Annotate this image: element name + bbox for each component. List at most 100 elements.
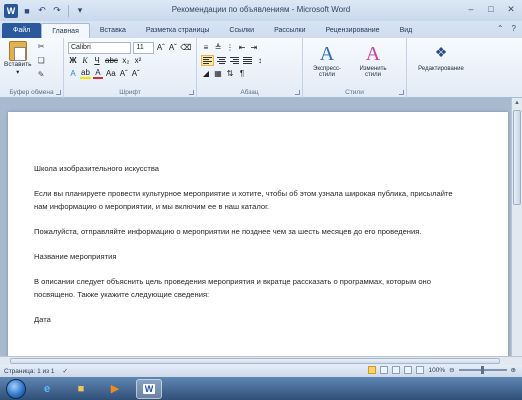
change-case-icon[interactable]: Aa (105, 68, 117, 79)
undo-icon[interactable]: ↶ (36, 5, 48, 17)
strikethrough-icon[interactable]: abc (104, 55, 119, 66)
status-right: 100% ⊖ ⊕ (368, 366, 516, 374)
change-styles-icon: A (365, 43, 381, 65)
ribbon: Вставить ▾ ✂ ❏ ✎ Буфер обмена Calibri 11… (0, 38, 522, 98)
font-color-icon[interactable]: A (92, 68, 103, 79)
font-name-field[interactable]: Calibri (68, 41, 132, 54)
tab-view[interactable]: Вид (390, 23, 423, 38)
draft-view-icon[interactable] (416, 366, 425, 374)
doc-paragraph: Если вы планируете провести культурное м… (34, 189, 453, 211)
tab-insert[interactable]: Вставка (90, 23, 136, 38)
full-screen-view-icon[interactable] (380, 366, 389, 374)
paste-label: Вставить (4, 61, 32, 68)
show-marks-icon[interactable]: ¶ (237, 68, 247, 79)
clear-formatting-icon[interactable]: ⌫ (180, 42, 192, 53)
vertical-scrollbar[interactable]: ▲ (511, 98, 522, 356)
line-spacing-icon[interactable]: ↕ (255, 55, 265, 66)
word-taskbar-icon[interactable]: W (136, 378, 162, 399)
editing-button[interactable]: ❖ Редактирование (411, 42, 471, 72)
paste-dropdown-icon[interactable]: ▾ (16, 68, 19, 76)
close-icon[interactable]: ✕ (504, 3, 518, 15)
bullets-icon[interactable]: ≡ (201, 42, 211, 53)
ribbon-controls: ⌃ ? (497, 24, 516, 33)
maximize-icon[interactable]: □ (484, 3, 498, 15)
quick-styles-icon: A (319, 43, 335, 65)
clipboard-small-buttons: ✂ ❏ ✎ (36, 41, 47, 80)
vertical-scroll-thumb[interactable] (513, 110, 521, 205)
styles-group: A Экспресс-стили A Изменить стили Стили (303, 38, 407, 98)
tab-home[interactable]: Главная (41, 23, 90, 38)
zoom-out-icon[interactable]: ⊖ (449, 366, 454, 374)
word-app-icon[interactable]: W (4, 3, 18, 18)
outline-view-icon[interactable] (404, 366, 413, 374)
editing-group: ❖ Редактирование (407, 38, 477, 98)
paragraph-launcher-icon[interactable] (295, 90, 300, 95)
tab-page-layout[interactable]: Разметка страницы (136, 23, 220, 38)
tab-review[interactable]: Рецензирование (316, 23, 390, 38)
doc-paragraph: В описании следует объяснить цель провед… (34, 277, 431, 299)
page-count[interactable]: Страница: 1 из 1 (4, 368, 55, 375)
shrink-font-alt-icon[interactable]: Aˇ (131, 68, 141, 79)
print-layout-view-icon[interactable] (368, 366, 377, 374)
styles-launcher-icon[interactable] (399, 90, 404, 95)
change-styles-label: Изменить стили (359, 66, 387, 78)
increase-indent-icon[interactable]: ⇥ (249, 42, 259, 53)
save-icon[interactable]: ■ (21, 5, 33, 17)
borders-icon[interactable]: ▦ (213, 68, 223, 79)
minimize-icon[interactable]: – (464, 3, 478, 15)
styles-group-label: Стили (345, 89, 364, 96)
text-effects-icon[interactable]: A (68, 68, 78, 79)
tab-references[interactable]: Ссылки (219, 23, 264, 38)
help-icon[interactable]: ? (512, 24, 516, 33)
quick-access-toolbar: W ■ ↶ ↷ ▾ (0, 0, 86, 21)
tab-file[interactable]: Файл (2, 23, 42, 38)
horizontal-scrollbar[interactable] (0, 356, 522, 365)
document-page[interactable]: Школа изобразительного искусства Если вы… (8, 112, 508, 356)
sort-icon[interactable]: ⇅ (225, 68, 235, 79)
zoom-slider[interactable] (458, 366, 507, 374)
find-icon: ❖ (434, 46, 448, 61)
zoom-in-icon[interactable]: ⊕ (511, 366, 516, 374)
grow-font-alt-icon[interactable]: Aˆ (119, 68, 129, 79)
start-button-icon[interactable] (6, 378, 26, 399)
format-painter-icon[interactable]: ✎ (36, 69, 47, 80)
horizontal-scroll-thumb[interactable] (10, 358, 500, 364)
align-left-icon[interactable] (201, 55, 214, 66)
scroll-up-icon[interactable]: ▲ (512, 98, 522, 108)
paste-button[interactable]: Вставить ▾ (4, 41, 32, 80)
superscript-icon[interactable]: x² (133, 55, 143, 66)
status-bar: Страница: 1 из 1 ✓ 100% ⊖ ⊕ (0, 365, 522, 377)
web-layout-view-icon[interactable] (392, 366, 401, 374)
multilevel-list-icon[interactable]: ⋮ (225, 42, 235, 53)
redo-icon[interactable]: ↷ (51, 5, 63, 17)
internet-explorer-icon[interactable]: e (34, 379, 60, 399)
window-controls: – □ ✕ (464, 3, 518, 15)
italic-icon[interactable]: К (80, 55, 90, 66)
subscript-icon[interactable]: x₂ (121, 55, 131, 66)
align-right-icon[interactable] (229, 55, 240, 66)
decrease-indent-icon[interactable]: ⇤ (237, 42, 247, 53)
cut-icon[interactable]: ✂ (36, 41, 47, 52)
justify-icon[interactable] (242, 55, 253, 66)
collapse-ribbon-icon[interactable]: ⌃ (497, 24, 504, 33)
copy-icon[interactable]: ❏ (36, 55, 47, 66)
font-size-field[interactable]: 11 (133, 41, 154, 54)
customize-icon[interactable]: ▾ (74, 5, 86, 17)
numbering-icon[interactable]: ≜ (213, 42, 223, 53)
doc-paragraph: Пожалуйста, отправляйте информацию о мер… (34, 227, 422, 236)
align-center-icon[interactable] (216, 55, 227, 66)
clipboard-launcher-icon[interactable] (56, 90, 61, 95)
bold-icon[interactable]: Ж (68, 55, 78, 66)
grow-font-icon[interactable]: Aˆ (156, 42, 166, 53)
proofing-icon[interactable]: ✓ (63, 367, 68, 375)
shrink-font-icon[interactable]: Aˇ (168, 42, 178, 53)
zoom-level[interactable]: 100% (428, 367, 445, 374)
underline-icon[interactable]: Ч (92, 55, 102, 66)
shading-icon[interactable]: ◢ (201, 68, 211, 79)
tab-mailings[interactable]: Рассылки (264, 23, 315, 38)
file-explorer-icon[interactable]: ■ (68, 379, 94, 399)
font-launcher-icon[interactable] (189, 90, 194, 95)
media-player-icon[interactable]: ▶ (102, 379, 128, 399)
paragraph-group-label: Абзац (240, 89, 259, 96)
highlight-color-icon[interactable]: ab (80, 68, 91, 79)
